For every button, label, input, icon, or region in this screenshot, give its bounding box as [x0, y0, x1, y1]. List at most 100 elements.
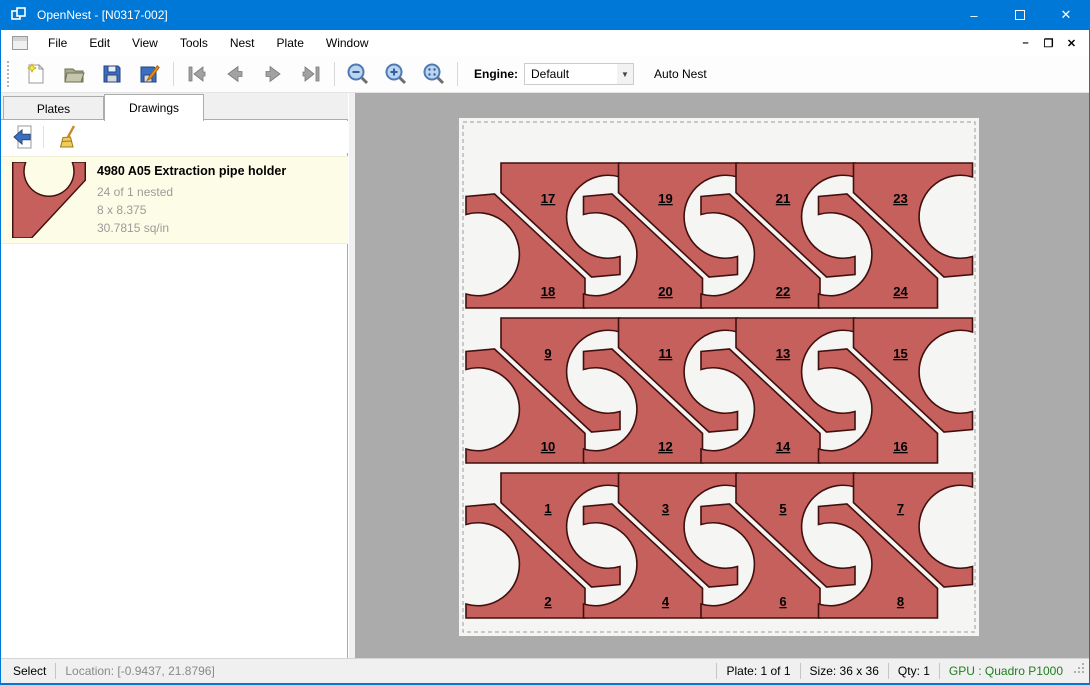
status-plate: Plate: 1 of 1: [726, 664, 790, 678]
minimize-button[interactable]: –: [951, 0, 997, 30]
first-plate-button[interactable]: [178, 59, 216, 89]
part-shape-icon: [12, 162, 86, 238]
mdi-close-button[interactable]: ✕: [1060, 32, 1083, 54]
next-arrow-icon: [261, 62, 285, 86]
engine-combobox[interactable]: Default ▼: [524, 63, 634, 85]
menu-plate[interactable]: Plate: [266, 30, 315, 56]
part-number: 8: [897, 594, 904, 609]
part-thumbnail: [1, 157, 97, 243]
open-folder-icon: [62, 62, 86, 86]
status-separator: [55, 663, 56, 679]
statusbar: Select Location: [-0.9437, 21.8796] Plat…: [1, 658, 1089, 683]
part-number: 19: [658, 191, 672, 206]
part-number: 14: [776, 439, 791, 454]
status-qty: Qty: 1: [898, 664, 930, 678]
engine-value: Default: [525, 67, 569, 81]
maximize-icon: [1015, 10, 1025, 20]
engine-label: Engine:: [474, 67, 518, 81]
save-as-button[interactable]: [131, 59, 169, 89]
toolbar: Engine: Default ▼ Auto Nest: [1, 56, 1089, 93]
status-location: Location: [-0.9437, 21.8796]: [65, 664, 214, 678]
menubar: File Edit View Tools Nest Plate Window –…: [1, 30, 1089, 56]
auto-nest-button[interactable]: Auto Nest: [648, 62, 713, 86]
part-number: 23: [893, 191, 907, 206]
document-window-icon[interactable]: [12, 36, 28, 50]
part-number: 16: [893, 439, 907, 454]
drawing-list-item[interactable]: 4980 A05 Extraction pipe holder 24 of 1 …: [1, 156, 348, 244]
part-number: 24: [893, 284, 908, 299]
toolbar-separator: [457, 62, 458, 86]
part-number: 3: [662, 501, 669, 516]
part-number: 17: [541, 191, 555, 206]
status-mode: Select: [13, 664, 46, 678]
status-separator: [716, 663, 717, 679]
zoom-out-icon: [346, 62, 370, 86]
zoom-in-icon: [384, 62, 408, 86]
last-arrow-icon: [299, 62, 323, 86]
save-icon: [100, 62, 124, 86]
previous-arrow-icon: [223, 62, 247, 86]
mdi-window-controls: – ❐ ✕: [1014, 30, 1089, 56]
zoom-fit-icon: [422, 62, 446, 86]
app-icon: [11, 7, 27, 23]
part-number: 20: [658, 284, 672, 299]
next-plate-button[interactable]: [254, 59, 292, 89]
part-number: 2: [544, 594, 551, 609]
mdi-restore-button[interactable]: ❐: [1037, 32, 1060, 54]
previous-plate-button[interactable]: [216, 59, 254, 89]
tab-drawings[interactable]: Drawings: [104, 94, 204, 121]
toolbar-separator: [173, 62, 174, 86]
part-number: 6: [779, 594, 786, 609]
last-plate-button[interactable]: [292, 59, 330, 89]
panel-toolbar-separator: [43, 126, 44, 148]
part-number: 22: [776, 284, 790, 299]
zoom-fit-button[interactable]: [415, 59, 453, 89]
resize-grip[interactable]: [1073, 662, 1085, 680]
drawing-title: 4980 A05 Extraction pipe holder: [97, 164, 286, 178]
menu-file[interactable]: File: [37, 30, 78, 56]
nest-canvas[interactable]: 171921231820222491113151012141613572468: [355, 93, 1089, 658]
close-button[interactable]: ✕: [1043, 0, 1089, 30]
toolbar-grip[interactable]: [6, 61, 11, 87]
menu-edit[interactable]: Edit: [78, 30, 121, 56]
titlebar: OpenNest - [N0317-002] – ✕: [1, 0, 1089, 30]
drawing-size: 8 x 8.375: [97, 201, 286, 219]
drawings-toolbar: [1, 121, 348, 153]
new-file-icon: [24, 62, 48, 86]
menu-tools[interactable]: Tools: [169, 30, 219, 56]
status-size: Size: 36 x 36: [810, 664, 879, 678]
mdi-minimize-button[interactable]: –: [1014, 32, 1037, 54]
toolbar-separator: [334, 62, 335, 86]
return-part-button[interactable]: [7, 123, 41, 151]
menu-nest[interactable]: Nest: [219, 30, 266, 56]
part-number: 18: [541, 284, 555, 299]
window-title: OpenNest - [N0317-002]: [37, 8, 168, 22]
save-as-icon: [138, 62, 162, 86]
part-number: 4: [662, 594, 670, 609]
open-file-button[interactable]: [55, 59, 93, 89]
broom-icon: [56, 124, 82, 150]
drawing-area: 30.7815 sq/in: [97, 219, 286, 237]
part-number: 5: [779, 501, 786, 516]
first-arrow-icon: [185, 62, 209, 86]
part-number: 12: [658, 439, 672, 454]
drawing-nested-count: 24 of 1 nested: [97, 183, 286, 201]
part-number: 10: [541, 439, 555, 454]
tab-plates[interactable]: Plates: [3, 96, 104, 120]
menu-window[interactable]: Window: [315, 30, 380, 56]
status-separator: [939, 663, 940, 679]
zoom-out-button[interactable]: [339, 59, 377, 89]
menu-view[interactable]: View: [121, 30, 169, 56]
chevron-down-icon[interactable]: ▼: [617, 64, 633, 84]
left-panel: Plates Drawings: [1, 93, 348, 658]
clean-button[interactable]: [52, 123, 86, 151]
zoom-in-button[interactable]: [377, 59, 415, 89]
maximize-button[interactable]: [997, 0, 1043, 30]
nest-view: 171921231820222491113151012141613572468: [355, 93, 1089, 658]
save-button[interactable]: [93, 59, 131, 89]
status-separator: [800, 663, 801, 679]
part-number: 1: [544, 501, 551, 516]
status-separator: [888, 663, 889, 679]
tabstrip: Plates Drawings: [1, 93, 348, 120]
new-file-button[interactable]: [17, 59, 55, 89]
